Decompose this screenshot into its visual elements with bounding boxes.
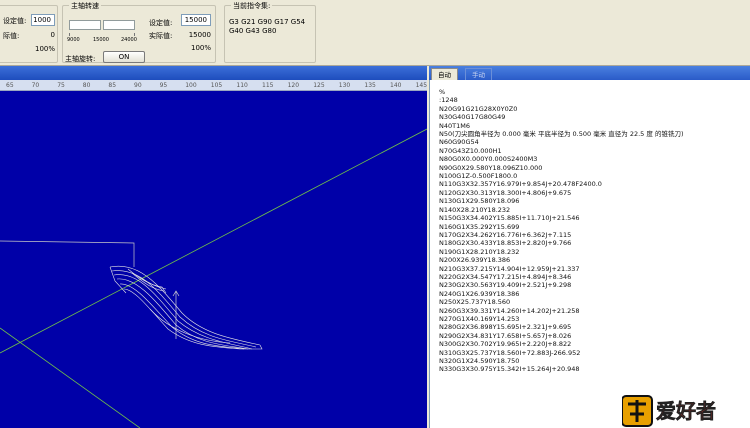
spindle-actual-label: 实际值: (149, 32, 173, 40)
spindle-rotate-label: 主轴旋转: (65, 55, 96, 63)
gcode-line: N140X28.210Y18.232 (439, 205, 511, 214)
feed-percent: 100% (34, 45, 55, 53)
ruler-tick-label: 130 (338, 82, 351, 89)
gcode-line: N230G2X30.563Y19.409I+2.521J+9.298 (439, 281, 572, 290)
ruler-tick-label: 135 (364, 82, 376, 89)
toolpath-arcs (109, 265, 263, 350)
cnc-controller-window: 设定值: 1000 际值: 0 100% 主轴转速 9000 15000 240… (0, 0, 750, 428)
commands-title: 当前指令集: (231, 1, 273, 11)
ruler-tick-label: 100 (185, 82, 197, 89)
tab-manual[interactable]: 手动 (465, 68, 492, 80)
spindle-set-label: 设定值: (149, 19, 173, 27)
gcode-line: N210G3X37.215Y14.904I+12.959J+21.337 (439, 264, 580, 273)
gcode-line: N120G2X30.313Y18.300I+4.806J+9.675 (439, 188, 572, 197)
ruler-tick-label: 80 (82, 82, 91, 89)
gcode-line: N200X26.939Y18.386 (439, 256, 511, 265)
ruler-tick-label: 65 (6, 82, 14, 89)
status-toolbar: 设定值: 1000 际值: 0 100% 主轴转速 9000 15000 240… (0, 0, 750, 66)
gcode-line: N60G90G54 (439, 138, 479, 147)
feed-set-label: 设定值: (3, 17, 27, 25)
gcode-line: N70G43Z10.000H1 (439, 146, 502, 155)
gcode-line: N170G2X34.262Y16.776I+6.362J+7.115 (439, 230, 572, 239)
gcode-line: N130G1X29.580Y18.096 (439, 197, 520, 206)
program-tabs: 自动 手动 (429, 66, 750, 80)
spindle-title: 主轴转速 (69, 1, 101, 11)
axis-line-left (0, 327, 141, 428)
ruler-tick-label: 75 (57, 82, 65, 89)
spindle-set-input[interactable]: 15000 (181, 14, 211, 26)
feed-actual-label: 际值: (3, 32, 20, 40)
gcode-line: N160G1X35.292Y15.699 (439, 222, 520, 231)
gcode-line: :1248 (439, 96, 458, 105)
ruler-tick-label: 115 (262, 82, 274, 89)
spindle-speed-group: 主轴转速 9000 15000 24000 设定值: 15000 实际值: 15… (62, 1, 216, 63)
ruler-tick-label: 120 (287, 82, 300, 89)
ruler-tick-label: 105 (210, 82, 223, 89)
rapid-path (0, 240, 135, 267)
gcode-line: N150G3X34.402Y15.885I+11.710J+21.546 (439, 214, 580, 223)
ruler-tick-label: 145 (415, 82, 428, 89)
spindle-on-button[interactable]: ON (103, 51, 145, 63)
gcode-line: N220G2X34.547Y17.215I+4.894J+8.346 (439, 272, 572, 281)
forum-watermark-logo: 爱好者 (622, 395, 716, 427)
gcode-line: N250X25.737Y18.560 (439, 298, 511, 307)
gcode-line: N20G91G21G28X0Y0Z0 (439, 104, 518, 113)
gcode-line: % (439, 88, 446, 96)
current-commands-group: 当前指令集: G3 G21 G90 G17 G54 G40 G43 G80 (224, 1, 316, 63)
spindle-actual-value: 15000 (188, 31, 211, 39)
gcode-line: N300G2X30.702Y19.965I+2.220J+8.822 (439, 340, 572, 349)
ruler-tick-label: 70 (31, 82, 40, 89)
ruler-tick-label: 125 (313, 82, 325, 89)
spindle-slider-right[interactable] (103, 20, 135, 30)
gcode-line: N270G1X40.169Y14.253 (439, 314, 520, 323)
horizontal-ruler: 65 70 75 80 85 90 95 100 105 110 115 120 125 130 135 14… (0, 80, 427, 91)
tick-label-low: 9000 (67, 37, 80, 43)
gcode-line: N260G3X39.331Y14.260I+14.202J+21.258 (439, 306, 580, 315)
ruler-tick-label: 90 (134, 82, 142, 89)
commands-text: G3 G21 G90 G17 G54 G40 G43 G80 (229, 18, 306, 35)
ruler-tick-label: 110 (236, 82, 248, 89)
feed-set-input[interactable]: 1000 (31, 14, 55, 26)
logo-text: 爱好者 (656, 399, 716, 423)
gcode-line: N330G3X30.975Y15.342I+15.264J+20.948 (439, 365, 580, 374)
slider-ticks (69, 33, 135, 36)
gcode-line: N180G2X30.433Y18.853I+2.820J+9.766 (439, 239, 572, 248)
gcode-line: N290G2X34.831Y17.658I+5.657J+8.026 (439, 331, 572, 340)
gcode-line: N40T1M6 (439, 121, 470, 130)
spindle-percent: 100% (190, 44, 211, 52)
feed-rate-group: 设定值: 1000 际值: 0 100% (0, 5, 58, 63)
gcode-line: N310G3X25.737Y18.560I+72.883J-266.952 (439, 348, 581, 357)
spindle-slider-left[interactable] (69, 20, 101, 30)
ruler-tick-label: 95 (159, 82, 168, 89)
gcode-line: N90G0X29.580Y18.096Z10.000 (439, 163, 543, 172)
gcode-line: N100G1Z-0.500F1800.0 (439, 172, 518, 181)
gcode-line: N50(刀尖圆角半径为 0.000 毫米 平底半径为 0.500 毫米 直径为 … (439, 130, 684, 139)
gcode-line: N110G3X32.357Y16.979I+9.854J+20.478F2400… (439, 180, 602, 189)
gcode-listing[interactable]: %:1248 N20G91G21G28X0Y0Z0 N30G40G17G80G49 N… (429, 80, 750, 428)
axis-line-top (0, 128, 427, 354)
ruler-tick-label: 140 (390, 82, 402, 89)
tick-label-high: 24000 (121, 37, 137, 43)
gcode-line: N240G1X26.939Y18.386 (439, 289, 520, 298)
toolpath-viewport[interactable] (0, 91, 427, 428)
gcode-line: N80G0X0.000Y0.000S2400M3 (439, 155, 538, 164)
tick-label-mid: 15000 (93, 37, 109, 43)
viewport-titlebar (0, 66, 427, 80)
tab-auto[interactable]: 自动 (431, 68, 458, 80)
toolpath-drawing (0, 128, 427, 428)
gcode-line: N280G2X36.898Y15.695I+2.321J+9.695 (439, 323, 572, 332)
ruler-tick-label: 85 (108, 82, 117, 89)
gcode-line: N320G1X24.590Y18.750 (439, 357, 520, 365)
gcode-line: N30G40G17G80G49 (439, 113, 506, 122)
gcode-line: N190G1X28.210Y18.232 (439, 247, 520, 256)
feed-actual-value: 0 (50, 31, 55, 39)
